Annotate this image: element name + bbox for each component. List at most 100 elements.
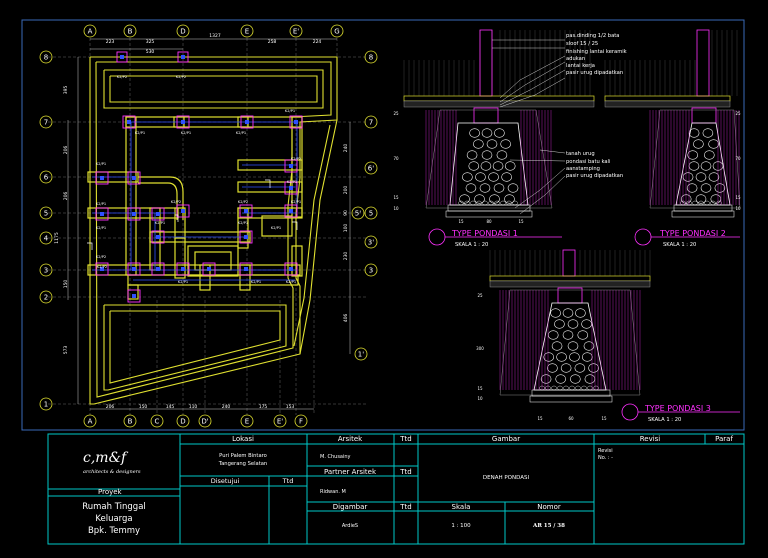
grid-top-label: B [128,28,133,36]
section-dim: 60 [568,416,574,421]
skala-value: 1 : 100 [451,523,471,529]
proyek-label: Proyek [98,488,123,496]
column-tag: K2/P2 [171,200,181,204]
grid-row-right-label: 3 [369,267,373,275]
grid-row-left-label: 8 [44,54,48,62]
disetujui-ttd-label: Ttd [282,477,294,485]
dim-left: 150 [63,280,69,289]
grid-row-left-label: 4 [44,235,49,243]
column-tag: K2/P2 [117,75,127,79]
section-dim: 10 [477,396,483,401]
section-label: lantai kerja [566,63,595,69]
column-tag: K2/P1 [96,226,106,230]
grid-row-right-label: 5' [355,210,361,218]
lokasi-line2: Tangerang Selatan [218,461,267,467]
partner-name: Ridwan. M [320,489,346,495]
lokasi-label: Lokasi [232,435,254,443]
dim-bottom: 240 [222,404,231,410]
section-label: pasir urug dipadatkan [566,70,623,76]
grid-row-left-label: 1 [44,401,48,409]
column-tag: K2/P1 [271,226,281,230]
grid-row-right-label: 5 [369,210,373,218]
dim-right: 200 [343,186,349,195]
section-label: sloof 15 / 25 [566,41,598,47]
dim-left: 395 [63,86,69,95]
section-dim: 10 [735,206,741,211]
type2-title: TYPE PONDASI 2 [659,229,726,238]
column-tag: K2/P1 [96,162,106,166]
lokasi-line1: Puri Palem Bintaro [219,453,267,459]
logo-subtitle: architects & designers [83,469,141,475]
partner-label: Partner Arsitek [324,468,377,476]
grid-bottom-label: F [299,418,303,426]
column-tag: K2/P1 [96,202,106,206]
nomor-label: Nomor [537,503,561,511]
column-tag: K2/P2 [238,200,248,204]
grid-row-left-label: 6 [44,174,49,182]
grid-bottom-label: D [180,418,185,426]
revisi-label: Revisi [640,435,661,443]
grid-bottom-label: E' [277,418,283,426]
column-tag: K2/P2 [97,265,107,269]
grid-row-right-label: 7 [369,119,373,127]
arsitek-name: M. Chusainy [320,454,351,460]
section-dim: 15 [477,386,483,391]
skala-label: Skala [452,503,471,511]
dim-right: 100 [343,224,349,233]
grid-top-label: E [245,28,249,36]
grid-bottom-label: A [88,418,93,426]
grid-bottom-label: C [155,418,160,426]
arsitek-label: Arsitek [338,435,363,443]
section-label: pas.dinding 1/2 bata [566,33,620,39]
column-tag: K2/P1 [155,221,165,225]
dim-bottom: 153 [286,404,295,410]
column-tag: K2/P1 [286,280,296,284]
grid-top-label: G [334,28,339,36]
dim-left: 206 [63,192,69,201]
grid-row-left-label: 5 [44,210,48,218]
column-tag: K2/P1 [178,280,188,284]
dim-top: 1327 [209,33,221,39]
column-tag: K2/P1 [291,200,301,204]
section-dim: 70 [393,156,399,161]
dim-top: 223 [106,39,115,45]
grid-bottom-label: D' [201,418,208,426]
dim-bottom: 206 [106,404,115,410]
section-dim: 80 [486,219,492,224]
dim-bottom: 175 [259,404,268,410]
column-tag: K2/P2 [176,75,186,79]
dim-right: 230 [343,252,349,261]
grid-row-left-label: 7 [44,119,48,127]
dim-left: 573 [63,346,69,355]
column-tag: K2/P1 [285,109,295,113]
column-tag: K2/P1 [236,131,246,135]
nomor-value: AR 15 / 38 [532,523,565,529]
proyek-line2: Keluarga [95,514,132,524]
section-dim: 25 [393,111,399,116]
dim-left: 206 [63,146,69,155]
section-label: finishing lantai keramik [566,49,627,55]
proyek-line1: Rumah Tinggal [82,502,146,512]
section-dim: 25 [735,111,741,116]
type2-scale: SKALA 1 : 20 [663,242,696,248]
dim-top: 224 [313,39,322,45]
arsitek-ttd-label: Ttd [399,435,411,443]
column-tag: K2/P2 [96,255,106,259]
partner-ttd-label: Ttd [399,468,411,476]
section-dim: 15 [458,219,464,224]
section-label: pondasi batu kali [566,159,610,165]
gambar-value: DENAH PONDASI [483,475,530,481]
section-dim: 300 [476,346,484,351]
dim-top: 258 [268,39,277,45]
section-dim: 15 [537,416,543,421]
section-label: pasir urug dipadatkan [566,173,623,179]
section-dim: 15 [735,195,741,200]
type3-scale: SKALA 1 : 20 [648,417,681,423]
cad-drawing-sheet: K2/P2 K2/P2 K2/P1 K2/P1 K2/P1 K2/P1 K2/P1 K2/P2… [0,0,768,558]
section-dim: 25 [477,293,483,298]
column-tag: K2/P1 [135,131,145,135]
section-label: tanah urug [566,151,595,157]
grid-row-right-label: 1' [358,351,364,359]
type1-scale: SKALA 1 : 20 [455,242,488,248]
proyek-line3: Bpk. Temmy [88,526,140,536]
